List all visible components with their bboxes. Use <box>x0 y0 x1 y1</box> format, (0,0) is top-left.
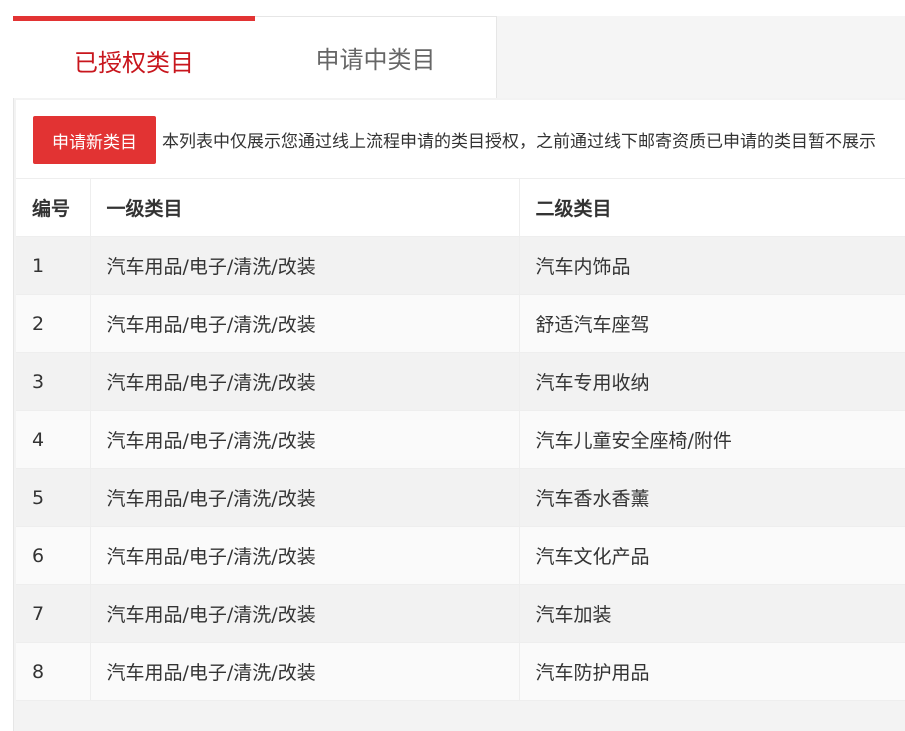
cell-number: 6 <box>16 526 90 585</box>
cell-level1-category: 汽车用品/电子/清洗/改装 <box>89 642 519 701</box>
cell-level1-category: 汽车用品/电子/清洗/改装 <box>89 468 519 527</box>
cell-number: 7 <box>16 584 90 643</box>
notice-text: 本列表中仅展示您通过线上流程申请的类目授权，之前通过线下邮寄资质已申请的类目暂不… <box>162 132 876 152</box>
category-panel: 申请新类目 本列表中仅展示您通过线上流程申请的类目授权，之前通过线下邮寄资质已申… <box>13 98 905 731</box>
table-row: 1 汽车用品/电子/清洗/改装 汽车内饰品 <box>16 236 905 295</box>
tab-authorized-categories[interactable]: 已授权类目 <box>13 16 255 99</box>
table-row: 3 汽车用品/电子/清洗/改装 汽车专用收纳 <box>16 352 905 411</box>
cell-level1-category: 汽车用品/电子/清洗/改装 <box>89 352 519 411</box>
tab-pending-categories[interactable]: 申请中类目 <box>255 16 497 98</box>
cell-level2-category: 汽车加装 <box>518 584 905 643</box>
category-tabbar: 已授权类目 申请中类目 <box>13 16 905 99</box>
cell-number: 8 <box>16 642 90 701</box>
table-row: 8 汽车用品/电子/清洗/改装 汽车防护用品 <box>16 642 905 701</box>
table-row: 2 汽车用品/电子/清洗/改装 舒适汽车座驾 <box>16 294 905 353</box>
cell-level2-category: 汽车防护用品 <box>518 642 905 701</box>
cell-number: 4 <box>16 410 90 469</box>
cell-level2-category: 汽车儿童安全座椅/附件 <box>518 410 905 469</box>
table-row: 7 汽车用品/电子/清洗/改装 汽车加装 <box>16 584 905 643</box>
table-row: 5 汽车用品/电子/清洗/改装 汽车香水香薰 <box>16 468 905 527</box>
category-table: 编号 一级类目 二级类目 1 汽车用品/电子/清洗/改装 汽车内饰品 2 汽车用… <box>16 179 905 701</box>
header-number: 编号 <box>16 179 90 237</box>
cell-level1-category: 汽车用品/电子/清洗/改装 <box>89 584 519 643</box>
table-row: 4 汽车用品/电子/清洗/改装 汽车儿童安全座椅/附件 <box>16 410 905 469</box>
cell-level1-category: 汽车用品/电子/清洗/改装 <box>89 526 519 585</box>
toolbar: 申请新类目 本列表中仅展示您通过线上流程申请的类目授权，之前通过线下邮寄资质已申… <box>16 100 905 179</box>
cell-level2-category: 汽车内饰品 <box>518 236 905 295</box>
cell-number: 3 <box>16 352 90 411</box>
cell-level2-category: 汽车专用收纳 <box>518 352 905 411</box>
cell-level1-category: 汽车用品/电子/清洗/改装 <box>89 236 519 295</box>
cell-level1-category: 汽车用品/电子/清洗/改装 <box>89 294 519 353</box>
cell-number: 5 <box>16 468 90 527</box>
cell-level2-category: 汽车文化产品 <box>518 526 905 585</box>
cell-level2-category: 汽车香水香薰 <box>518 468 905 527</box>
cell-level1-category: 汽车用品/电子/清洗/改装 <box>89 410 519 469</box>
cell-number: 1 <box>16 236 90 295</box>
apply-new-category-button[interactable]: 申请新类目 <box>33 116 156 164</box>
cell-number: 2 <box>16 294 90 353</box>
header-level1-category: 一级类目 <box>89 179 519 237</box>
cell-level2-category: 舒适汽车座驾 <box>518 294 905 353</box>
table-header-row: 编号 一级类目 二级类目 <box>16 179 905 237</box>
table-row: 6 汽车用品/电子/清洗/改装 汽车文化产品 <box>16 526 905 585</box>
header-level2-category: 二级类目 <box>518 179 905 237</box>
